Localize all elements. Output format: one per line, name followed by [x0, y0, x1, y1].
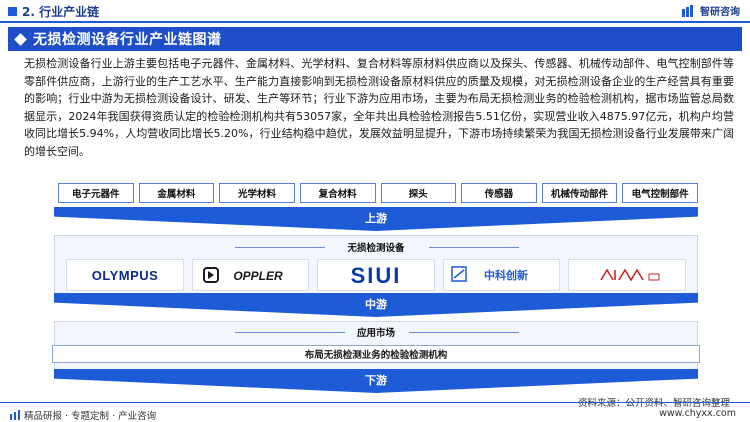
zhongke-logo: 中科创新 [442, 259, 561, 291]
downstream-item: 布局无损检测业务的检验检测机构 [52, 345, 700, 363]
upstream-item: 传感器 [461, 183, 537, 203]
footer-bars-icon [10, 410, 20, 420]
svg-text:中科创新: 中科创新 [484, 268, 528, 282]
svg-text:OPPLER: OPPLER [234, 269, 284, 283]
midstream-label: 中游 [365, 298, 387, 311]
section-square-icon [8, 7, 17, 16]
upstream-item: 电气控制部件 [622, 183, 698, 203]
company-5-mark [600, 268, 660, 282]
brand: 智研咨询 [682, 3, 740, 18]
upstream-item: 探头 [380, 183, 457, 203]
upstream-item: 复合材料 [299, 183, 376, 203]
brand-logo-icon [682, 4, 693, 17]
page-title: 无损检测设备行业产业链图谱 [33, 32, 222, 48]
olympus-logo: OLYMPUS [66, 259, 184, 291]
doppler-logo: OPPLER [191, 259, 310, 291]
svg-text:SIUI: SIUI [351, 264, 402, 286]
olympus-wordmark: OLYMPUS [92, 268, 159, 283]
midstream-heading: 无损检测设备 [347, 243, 405, 254]
upstream-item: 金属材料 [138, 183, 215, 203]
upstream-item: 机械传动部件 [541, 183, 618, 203]
industry-chain-diagram: 电子元器件 金属材料 光学材料 复合材料 探头 传感器 机械传动部件 电气控制部… [40, 177, 712, 393]
company-logos: OLYMPUS OPPLER SIUI 中科创新 [66, 259, 686, 291]
upstream-items: 电子元器件 金属材料 光学材料 复合材料 探头 传感器 机械传动部件 电气控制部… [58, 183, 698, 203]
upstream-item: 电子元器件 [58, 183, 134, 203]
divider-line [409, 332, 519, 333]
section-heading: 2. 行业产业链 [8, 3, 99, 20]
zhongke-wordmark: 中科创新 [450, 266, 528, 282]
upstream-item: 光学材料 [219, 183, 295, 203]
intro-paragraph: 无损检测设备行业上游主要包括电子元器件、金属材料、光学材料、复合材料等原材料供应… [24, 57, 734, 158]
diamond-icon [14, 32, 27, 46]
footer: 精品研报 · 专题定制 · 产业咨询 www.chyxx.com [0, 402, 750, 422]
brand-name: 智研咨询 [700, 7, 740, 18]
title-banner: 无损检测设备行业产业链图谱 [8, 27, 742, 51]
footer-url: www.chyxx.com [659, 408, 736, 419]
siui-logo: SIUI [317, 259, 435, 291]
section-title: 2. 行业产业链 [22, 5, 100, 19]
top-bar: 2. 行业产业链 智研咨询 [0, 0, 750, 22]
downstream-heading: 应用市场 [356, 328, 395, 339]
top-divider [0, 21, 750, 23]
svg-text:OLYMPUS: OLYMPUS [92, 268, 159, 283]
divider-line [429, 247, 519, 248]
siui-wordmark: SIUI [351, 264, 402, 286]
footer-tagline: 精品研报 · 专题定制 · 产业咨询 [24, 411, 157, 422]
downstream-label: 下游 [365, 374, 387, 387]
doppler-wordmark: OPPLER [203, 267, 284, 283]
footer-left: 精品研报 · 专题定制 · 产业咨询 [10, 408, 156, 422]
company-5-logo [568, 259, 686, 291]
upstream-label: 上游 [365, 212, 387, 225]
